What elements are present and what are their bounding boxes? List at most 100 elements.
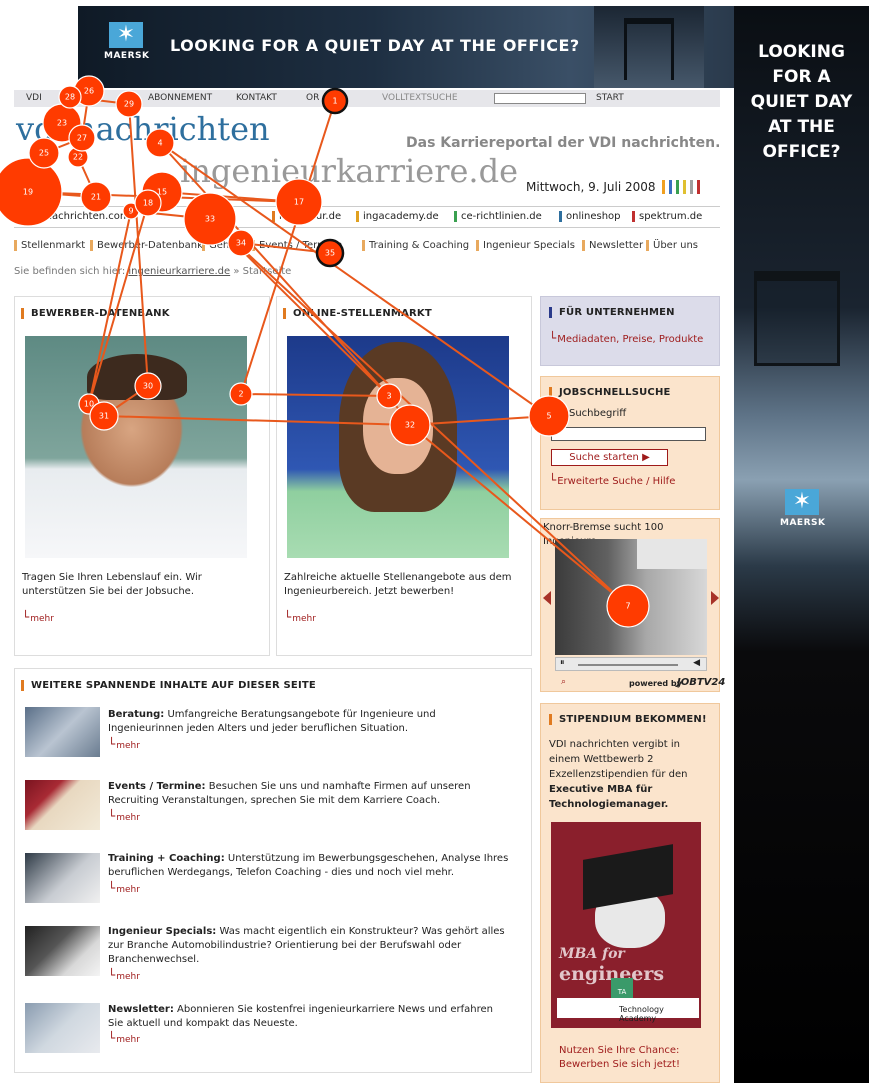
box-title[interactable]: FÜR UNTERNEHMEN xyxy=(549,307,675,318)
beratung-thumbnail[interactable] xyxy=(25,707,100,757)
fixation-label: 25 xyxy=(39,149,49,158)
erweiterte-suche-link[interactable]: Erweiterte Suche / Hilfe xyxy=(549,473,675,487)
cta-line: Nutzen Sie Ihre Chance: xyxy=(559,1045,680,1056)
nav-vdi[interactable]: VDI xyxy=(26,93,42,103)
mehr-link[interactable]: mehr xyxy=(284,610,316,624)
partner-link[interactable]: vdi-nachrichten.com xyxy=(20,211,130,222)
text-line: zur Branche Automobilindustrie? Orientie… xyxy=(108,940,462,951)
text-line: Unterstützung im Bewerbungsgeschehen, An… xyxy=(227,853,509,864)
nav-newsletter[interactable]: Newsletter xyxy=(582,240,643,251)
volume-icon[interactable]: ◀ xyxy=(693,658,700,668)
breadcrumb-separator: » xyxy=(233,266,240,277)
maersk-wordmark: MAERSK xyxy=(104,51,150,61)
top-ad-banner[interactable]: ✶ MAERSK LOOKING FOR A QUIET DAY AT THE … xyxy=(78,6,734,88)
specials-text: Ingenieur Specials: Was macht eigentlich… xyxy=(108,925,524,967)
prev-arrow-icon[interactable] xyxy=(543,591,551,605)
jobschnellsuche-box: JOBSCHNELLSUCHE Suchbegriff Suche starte… xyxy=(540,376,720,510)
fixation-label: 15 xyxy=(157,188,167,197)
mehr-link[interactable]: mehr xyxy=(108,809,140,823)
stellenmarkt-text: Zahlreiche aktuelle Stellenangebote aus … xyxy=(284,571,512,599)
search-input[interactable] xyxy=(494,93,586,104)
button-label: Suche starten xyxy=(569,452,639,463)
current-date: Mittwoch, 9. Juli 2008 xyxy=(526,180,656,194)
breadcrumb-link[interactable]: ingenieurkarriere.de xyxy=(128,266,230,277)
color-bar xyxy=(690,180,693,194)
stipendium-cta[interactable]: Nutzen Sie Ihre Chance: Bewerben Sie sic… xyxy=(559,1044,680,1072)
magnifier-icon[interactable]: ⌕ xyxy=(561,677,566,687)
suche-starten-button[interactable]: Suche starten ▶ xyxy=(551,449,668,466)
site-logo-subtitle[interactable]: ingenieurkarriere.de xyxy=(180,152,518,190)
partner-link[interactable]: ce-richtlinien.de xyxy=(454,211,542,222)
text-line: Abonnieren Sie kostenfrei ingenieurkarri… xyxy=(177,1004,493,1015)
mehr-link[interactable]: mehr xyxy=(108,881,140,895)
video-controls[interactable]: ⏸ ◀ xyxy=(555,657,707,671)
next-arrow-icon[interactable] xyxy=(711,591,719,605)
mehr-link[interactable]: mehr xyxy=(108,1031,140,1045)
text-line: einem Wettbewerb 2 xyxy=(549,754,654,765)
training-text: Training + Coaching: Unterstützung im Be… xyxy=(108,852,524,880)
face-shape xyxy=(363,378,433,474)
nav-abonnement[interactable]: ABONNEMENT xyxy=(148,93,212,103)
item-heading[interactable]: Ingenieur Specials: xyxy=(108,926,216,937)
ad-line: MBA for xyxy=(559,946,625,962)
text-line: Sie aktuell und kompakt das Neueste. xyxy=(108,1018,298,1029)
fixation-label: 21 xyxy=(91,193,101,202)
nav-bewerber-datenbank[interactable]: Bewerber-Datenbank xyxy=(90,240,203,251)
events-thumbnail[interactable] xyxy=(25,780,100,830)
pause-icon[interactable]: ⏸ xyxy=(560,658,565,668)
search-label: VOLLTEXTSUCHE xyxy=(382,93,458,103)
mehr-link[interactable]: mehr xyxy=(108,737,140,751)
search-start-button[interactable]: START xyxy=(596,93,624,103)
partner-link[interactable]: spektrum.de xyxy=(632,211,702,222)
mediadaten-link[interactable]: Mediadaten, Preise, Produkte xyxy=(549,331,703,345)
item-heading[interactable]: Beratung: xyxy=(108,709,164,720)
partner-link[interactable]: ingacademy.de xyxy=(356,211,439,222)
mehr-link[interactable]: mehr xyxy=(22,610,54,624)
text-line: Zahlreiche aktuelle Stellenangebote aus … xyxy=(284,572,512,583)
suchbegriff-input[interactable] xyxy=(551,427,706,441)
text-line: Ingenieurinnen jeden Alters und jeder be… xyxy=(108,723,409,734)
text-line: beruflichen Werdegangs, Telefon Coaching… xyxy=(108,867,455,878)
nav-training[interactable]: Training & Coaching xyxy=(362,240,469,251)
partner-link[interactable]: onlineshop xyxy=(559,211,621,222)
text-line: Exzellenzstipendien für den xyxy=(549,769,688,780)
cta-line: Bewerben Sie sich jetzt! xyxy=(559,1059,680,1070)
site-logo-title[interactable]: vdi nachrichten xyxy=(16,110,270,148)
side-ad-banner[interactable]: LOOKING FOR A QUIET DAY AT THE OFFICE? ✶… xyxy=(734,6,869,1083)
item-heading[interactable]: Training + Coaching: xyxy=(108,853,225,864)
box-title[interactable]: BEWERBER-DATENBANK xyxy=(21,308,170,319)
nav-events[interactable]: Events / Termine xyxy=(252,240,342,251)
partner-link[interactable]: ingenieur.de xyxy=(272,211,341,222)
text-line: Recruiting Veranstaltungen, sprechen Sie… xyxy=(108,795,441,806)
nav-or[interactable]: OR xyxy=(306,93,319,103)
text-line: Branchenwechsel. xyxy=(108,954,200,965)
box-title[interactable]: ONLINE-STELLENMARKT xyxy=(283,308,432,319)
nav-ingenieur-specials[interactable]: Ingenieur Specials xyxy=(476,240,575,251)
nav-ueber-uns[interactable]: Über uns xyxy=(646,240,698,251)
fixation-label: 22 xyxy=(73,153,83,162)
nav-kontakt[interactable]: KONTAKT xyxy=(236,93,277,103)
beratung-text: Beratung: Umfangreiche Beratungsangebote… xyxy=(108,708,524,736)
box-title: JOBSCHNELLSUCHE xyxy=(549,387,671,398)
training-thumbnail[interactable] xyxy=(25,853,100,903)
fixation-22 xyxy=(67,146,89,168)
item-heading[interactable]: Events / Termine: xyxy=(108,781,206,792)
man-portrait-image[interactable] xyxy=(25,336,247,558)
video-player[interactable] xyxy=(555,539,707,655)
specials-thumbnail[interactable] xyxy=(25,926,100,976)
color-bars-decoration xyxy=(662,180,700,194)
box-title[interactable]: STIPENDIUM BEKOMMEN! xyxy=(549,714,707,725)
jobtv24-logo[interactable]: JOBTV24 xyxy=(677,677,725,688)
woman-portrait-image[interactable] xyxy=(287,336,509,558)
mehr-link[interactable]: mehr xyxy=(108,968,140,982)
nav-stellenmarkt[interactable]: Stellenmarkt xyxy=(14,240,85,251)
newsletter-thumbnail[interactable] xyxy=(25,1003,100,1053)
progress-track[interactable] xyxy=(578,664,678,666)
color-bar xyxy=(697,180,700,194)
text-line: Besuchen Sie uns und namhafte Firmen auf… xyxy=(208,781,471,792)
nav-gehalt[interactable]: Gehalt xyxy=(202,240,242,251)
events-text: Events / Termine: Besuchen Sie uns und n… xyxy=(108,780,524,808)
color-bar xyxy=(669,180,672,194)
mba-engineers-ad[interactable]: MBA for engineers Technology Academy TA xyxy=(551,822,701,1028)
item-heading[interactable]: Newsletter: xyxy=(108,1004,174,1015)
